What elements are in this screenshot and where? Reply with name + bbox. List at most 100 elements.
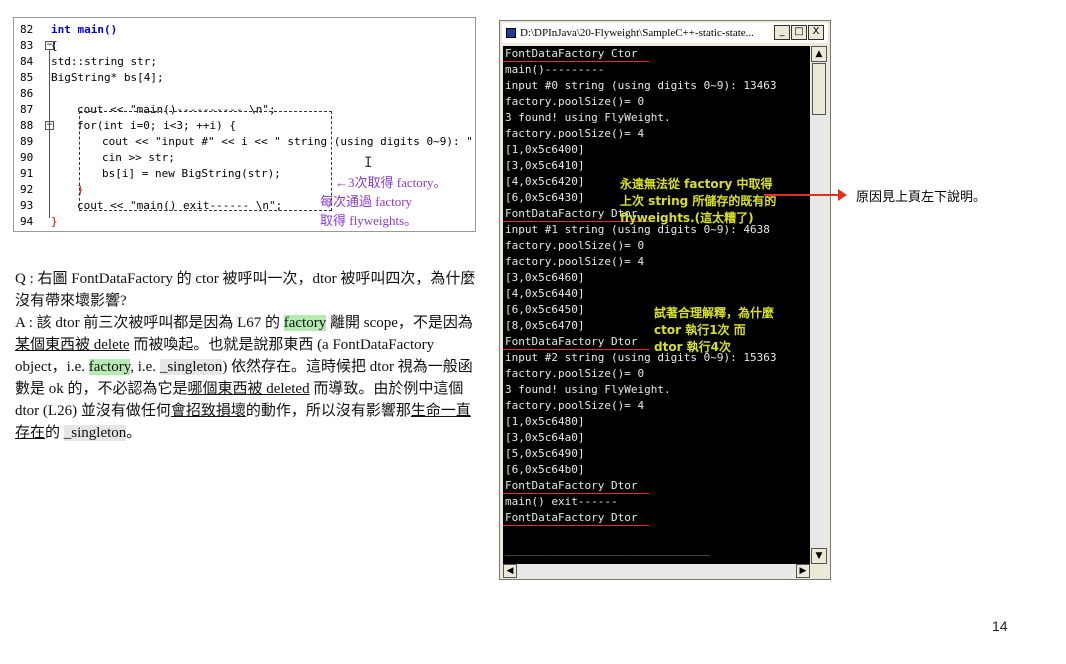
console-line: [6,0x5c6450] xyxy=(505,303,585,316)
line-number: 88 xyxy=(20,119,34,132)
console-line: factory.poolSize()= 4 xyxy=(505,127,645,140)
console-line: [3,0x5c64a0] xyxy=(505,431,585,444)
code-line: 86 xyxy=(14,86,475,102)
scroll-thumb[interactable] xyxy=(812,63,826,115)
console-app-icon xyxy=(506,28,516,38)
arrow-line xyxy=(764,194,842,196)
code-text: } xyxy=(51,215,58,228)
console-line: factory.poolSize()= 0 xyxy=(505,95,645,108)
answer-underline: 某個東西被 delete xyxy=(15,337,130,353)
code-note-line: ←3次取得 factory。 xyxy=(335,175,447,190)
red-underline xyxy=(503,525,649,526)
code-text: BigString* bs[4]; xyxy=(51,71,164,84)
console-line: [3,0x5c6410] xyxy=(505,159,585,172)
red-underline xyxy=(503,349,649,350)
line-number: 92 xyxy=(20,183,34,196)
horizontal-scrollbar[interactable]: ◀ ▶ xyxy=(503,564,810,578)
text-cursor-icon: I xyxy=(364,155,373,171)
code-text: int main() xyxy=(51,23,118,36)
red-underline xyxy=(503,493,649,494)
console-line: [4,0x5c6440] xyxy=(505,287,585,300)
code-line: 82 int main() xyxy=(14,22,475,38)
console-line: FontDataFactory Dtor xyxy=(505,207,638,220)
console-line: [6,0x5c64b0] xyxy=(505,463,585,476)
console-line: 3 found! using FlyWeight. xyxy=(505,111,671,124)
code-text: { xyxy=(51,39,58,52)
scroll-left-icon[interactable]: ◀ xyxy=(503,564,517,578)
console-line: FontDataFactory Dtor xyxy=(505,511,638,524)
console-note-line: ctor 執行1次 而 xyxy=(654,323,746,337)
line-number: 82 xyxy=(20,23,34,36)
console-line: main() exit------ xyxy=(505,495,618,508)
answer-underline: 會招致損壞 xyxy=(170,403,246,419)
close-button[interactable]: X xyxy=(808,25,824,40)
line-number: 86 xyxy=(20,87,34,100)
console-line: input #2 string (using digits 0~9): 1536… xyxy=(505,351,777,364)
code-line: 83−{ xyxy=(14,38,475,54)
qa-text: Q : 右圖 FontDataFactory 的 ctor 被呼叫一次，dtor… xyxy=(15,268,485,444)
line-number: 89 xyxy=(20,135,34,148)
console-line: [1,0x5c6400] xyxy=(505,143,585,156)
console-line: [1,0x5c6480] xyxy=(505,415,585,428)
console-line: main()--------- xyxy=(505,63,605,76)
console-line: _______________________________ xyxy=(505,543,711,556)
console-line: [3,0x5c6460] xyxy=(505,271,585,284)
line-number: 85 xyxy=(20,71,34,84)
console-line: 3 found! using FlyWeight. xyxy=(505,383,671,396)
console-line: [4,0x5c6420] xyxy=(505,175,585,188)
answer-highlight: factory xyxy=(88,359,131,375)
scroll-right-icon[interactable]: ▶ xyxy=(796,564,810,578)
console-output: FontDataFactory Ctor main()--------- inp… xyxy=(503,46,810,564)
answer-segment: 離開 scope，不是因為 xyxy=(326,315,473,331)
fold-guide xyxy=(49,50,50,218)
side-note: 原因見上頁左下說明。 xyxy=(856,190,987,205)
console-line: FontDataFactory Ctor xyxy=(505,47,638,60)
answer-segment: , i.e. xyxy=(130,359,160,375)
line-number: 90 xyxy=(20,151,34,164)
line-number: 87 xyxy=(20,103,34,116)
minimize-button[interactable]: _ xyxy=(774,25,790,40)
line-number: 91 xyxy=(20,167,34,180)
console-titlebar[interactable]: D:\DPInJava\20-Flyweight\SampleC++-stati… xyxy=(502,23,828,43)
answer-segment: A : 該 dtor 前三次被呼叫都是因為 L67 的 xyxy=(15,315,284,331)
answer-shaded: _singleton xyxy=(159,359,223,375)
line-number: 83 xyxy=(20,39,34,52)
console-line: FontDataFactory Dtor xyxy=(505,335,638,348)
console-note-line: 試著合理解釋，為什麼 xyxy=(654,306,775,320)
console-line: factory.poolSize()= 0 xyxy=(505,367,645,380)
maximize-button[interactable]: □ xyxy=(791,25,807,40)
console-line: factory.poolSize()= 0 xyxy=(505,239,645,252)
console-window: D:\DPInJava\20-Flyweight\SampleC++-stati… xyxy=(499,20,831,580)
code-text: std::string str; xyxy=(51,55,157,68)
arrow-head-icon xyxy=(838,189,847,201)
scroll-down-icon[interactable]: ▼ xyxy=(811,548,827,564)
answer-shaded: _singleton xyxy=(63,425,127,441)
console-line: [6,0x5c6430] xyxy=(505,191,585,204)
console-line: [5,0x5c6490] xyxy=(505,447,585,460)
selection-box xyxy=(79,111,332,211)
code-editor-panel: 82 int main() 83−{ 84 std::string str; 85 B… xyxy=(13,17,476,232)
red-underline xyxy=(503,61,649,62)
answer-segment: 。 xyxy=(126,425,142,441)
console-note-line: 永遠無法從 factory 中取得 xyxy=(620,177,773,191)
answer-segment: 的動作，所以沒有影響那 xyxy=(245,403,411,419)
code-note-line: 取得 flyweights。 xyxy=(320,213,418,228)
answer-segment: 的 xyxy=(45,425,64,441)
line-number: 84 xyxy=(20,55,34,68)
scroll-up-icon[interactable]: ▲ xyxy=(811,46,827,62)
code-line: 84 std::string str; xyxy=(14,54,475,70)
vertical-scrollbar[interactable]: ▲ ▼ xyxy=(811,46,827,564)
answer-highlight: factory xyxy=(283,315,327,331)
console-line: [8,0x5c6470] xyxy=(505,319,585,332)
console-note-line: flyweights.(這太糟了) xyxy=(620,211,754,225)
line-number: 94 xyxy=(20,215,34,228)
console-line: factory.poolSize()= 4 xyxy=(505,399,645,412)
console-title: D:\DPInJava\20-Flyweight\SampleC++-stati… xyxy=(520,27,754,39)
console-line: input #0 string (using digits 0~9): 1346… xyxy=(505,79,777,92)
answer-text: A : 該 dtor 前三次被呼叫都是因為 L67 的 factory 離開 s… xyxy=(15,312,485,444)
line-number: 93 xyxy=(20,199,34,212)
console-line: FontDataFactory Dtor xyxy=(505,479,638,492)
question-text: Q : 右圖 FontDataFactory 的 ctor 被呼叫一次，dtor… xyxy=(15,271,476,309)
console-note-line: 上次 string 所儲存的既有的 xyxy=(620,194,777,208)
console-note-line: dtor 執行4次 xyxy=(654,340,732,354)
